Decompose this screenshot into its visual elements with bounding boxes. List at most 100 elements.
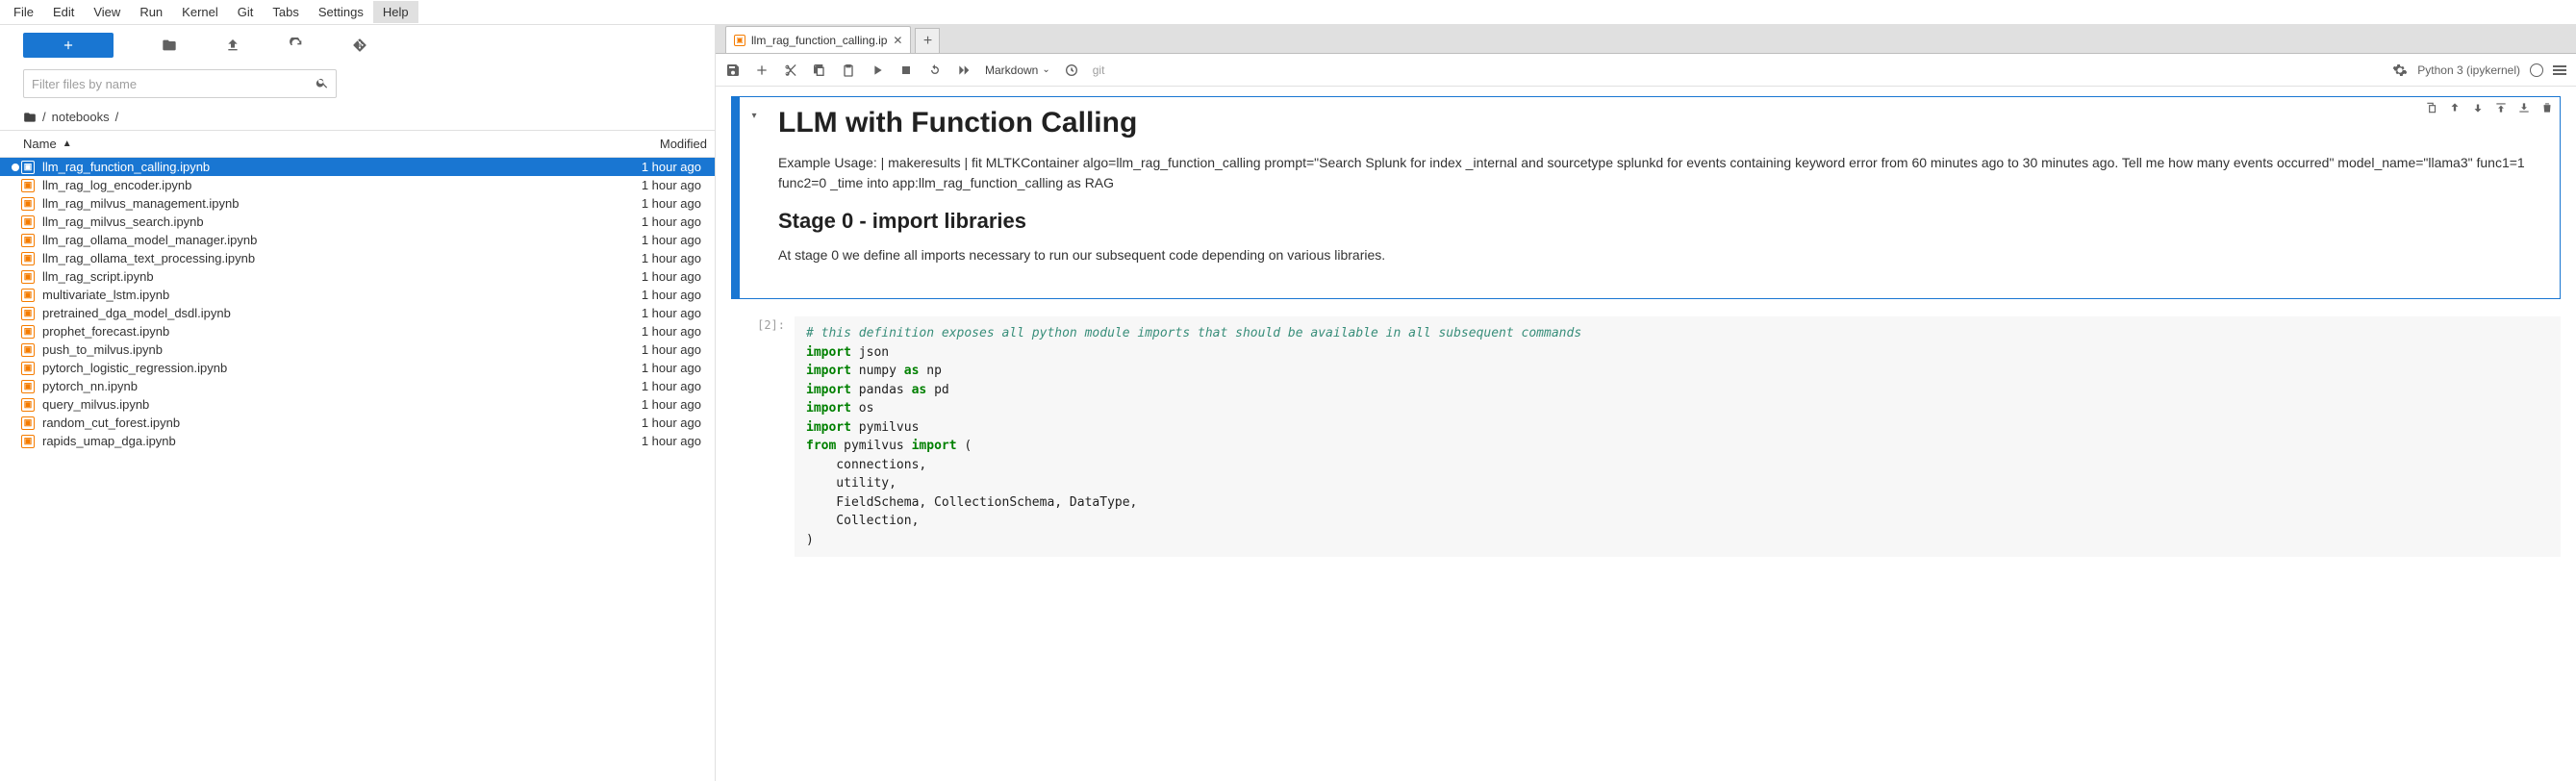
- file-row[interactable]: ▣push_to_milvus.ipynb1 hour ago: [0, 340, 715, 359]
- notebook-area[interactable]: ▾ LLM with Function Calling Example Usag…: [716, 87, 2576, 781]
- header-name-col[interactable]: Name ▲: [0, 131, 599, 157]
- file-row[interactable]: ▣llm_rag_function_calling.ipynb1 hour ag…: [0, 158, 715, 176]
- menu-git[interactable]: Git: [228, 1, 264, 23]
- notebook-icon: ▣: [21, 234, 35, 247]
- file-name: llm_rag_ollama_model_manager.ipynb: [42, 233, 593, 247]
- upload-icon[interactable]: [225, 38, 240, 53]
- header-modified-col[interactable]: Modified: [599, 131, 715, 157]
- menu-settings[interactable]: Settings: [309, 1, 373, 23]
- code-cell[interactable]: [2]: # this definition exposes all pytho…: [731, 316, 2561, 557]
- file-row[interactable]: ▣pytorch_logistic_regression.ipynb1 hour…: [0, 359, 715, 377]
- running-dot-icon: [12, 438, 19, 445]
- markdown-cell[interactable]: ▾ LLM with Function Calling Example Usag…: [731, 96, 2561, 299]
- menu-tabs[interactable]: Tabs: [263, 1, 308, 23]
- sidebar-toolbar: [0, 25, 715, 65]
- running-dot-icon: [12, 328, 19, 336]
- notebook-icon: ▣: [21, 325, 35, 339]
- git-icon[interactable]: [352, 38, 367, 53]
- tab-notebook[interactable]: ▣ llm_rag_function_calling.ip ✕: [725, 26, 911, 53]
- file-row[interactable]: ▣llm_rag_script.ipynb1 hour ago: [0, 267, 715, 286]
- cut-icon[interactable]: [783, 63, 798, 78]
- file-modified: 1 hour ago: [593, 196, 709, 211]
- breadcrumb-root[interactable]: /: [42, 110, 46, 124]
- notebook-icon: ▣: [21, 398, 35, 412]
- git-label: git: [1093, 63, 1105, 77]
- file-name: pytorch_logistic_regression.ipynb: [42, 361, 593, 375]
- tab-bar: ▣ llm_rag_function_calling.ip ✕ +: [716, 25, 2576, 54]
- file-modified: 1 hour ago: [593, 397, 709, 412]
- breadcrumb-sep: /: [115, 110, 119, 124]
- save-icon[interactable]: [725, 63, 741, 78]
- move-down-icon[interactable]: [2471, 101, 2485, 114]
- add-tab-button[interactable]: +: [915, 28, 940, 53]
- notebook-panel: ▣ llm_rag_function_calling.ip ✕ + Markdo…: [716, 25, 2576, 781]
- menu-kernel[interactable]: Kernel: [172, 1, 228, 23]
- file-row[interactable]: ▣llm_rag_log_encoder.ipynb1 hour ago: [0, 176, 715, 194]
- notebook-toolbar: Markdown ⌄ git Python 3 (ipykernel): [716, 54, 2576, 87]
- file-modified: 1 hour ago: [593, 160, 709, 174]
- kernel-name[interactable]: Python 3 (ipykernel): [2417, 63, 2520, 77]
- cell-collapser-icon[interactable]: ▾: [740, 97, 769, 298]
- insert-below-icon[interactable]: [2517, 101, 2531, 114]
- stop-icon[interactable]: [898, 63, 914, 78]
- running-dot-icon: [12, 401, 19, 409]
- code-body[interactable]: # this definition exposes all python mod…: [795, 316, 2561, 557]
- file-modified: 1 hour ago: [593, 379, 709, 393]
- file-name: llm_rag_ollama_text_processing.ipynb: [42, 251, 593, 265]
- notebook-icon: ▣: [21, 416, 35, 430]
- insert-cell-icon[interactable]: [754, 63, 770, 78]
- insert-above-icon[interactable]: [2494, 101, 2508, 114]
- file-row[interactable]: ▣llm_rag_milvus_management.ipynb1 hour a…: [0, 194, 715, 213]
- search-icon: [316, 76, 329, 89]
- refresh-icon[interactable]: [289, 38, 304, 53]
- run-all-icon[interactable]: [956, 63, 972, 78]
- notebook-icon: ▣: [734, 35, 745, 46]
- running-dot-icon: [12, 419, 19, 427]
- tab-label: llm_rag_function_calling.ip: [751, 34, 887, 47]
- running-dot-icon: [12, 164, 19, 171]
- new-folder-icon[interactable]: [162, 38, 177, 53]
- file-row[interactable]: ▣rapids_umap_dga.ipynb1 hour ago: [0, 432, 715, 450]
- toc-icon[interactable]: [2553, 65, 2566, 75]
- file-row[interactable]: ▣ llm_rag_ollama_model_manager.ipynb1 hou…: [0, 231, 715, 249]
- filter-files-input[interactable]: [23, 69, 337, 98]
- notebook-icon: ▣: [21, 197, 35, 211]
- delete-icon[interactable]: [2540, 101, 2554, 114]
- restart-icon[interactable]: [927, 63, 943, 78]
- file-row[interactable]: ▣llm_rag_ollama_text_processing.ipynb1 h…: [0, 249, 715, 267]
- cell-toolbar: [2425, 101, 2554, 114]
- menu-run[interactable]: Run: [130, 1, 172, 23]
- new-launcher-button[interactable]: [23, 33, 114, 58]
- menu-edit[interactable]: Edit: [43, 1, 84, 23]
- breadcrumb[interactable]: / notebooks /: [0, 106, 715, 130]
- file-modified: 1 hour ago: [593, 233, 709, 247]
- run-icon[interactable]: [870, 63, 885, 78]
- cell-type-select[interactable]: Markdown ⌄: [985, 63, 1050, 77]
- breadcrumb-folder[interactable]: notebooks: [52, 110, 110, 124]
- notebook-icon: ▣: [21, 435, 35, 448]
- move-up-icon[interactable]: [2448, 101, 2462, 114]
- running-dot-icon: [12, 310, 19, 317]
- file-row[interactable]: ▣multivariate_lstm.ipynb1 hour ago: [0, 286, 715, 304]
- file-row[interactable]: ▣prophet_forecast.ipynb1 hour ago: [0, 322, 715, 340]
- chevron-down-icon: ⌄: [1042, 64, 1049, 75]
- menu-file[interactable]: File: [4, 1, 43, 23]
- duplicate-icon[interactable]: [2425, 101, 2438, 114]
- menu-view[interactable]: View: [84, 1, 130, 23]
- paste-icon[interactable]: [841, 63, 856, 78]
- file-name: llm_rag_script.ipynb: [42, 269, 593, 284]
- running-dot-icon: [12, 182, 19, 189]
- file-name: llm_rag_milvus_search.ipynb: [42, 214, 593, 229]
- file-row[interactable]: ▣llm_rag_milvus_search.ipynb1 hour ago: [0, 213, 715, 231]
- file-row[interactable]: ▣pretrained_dga_model_dsdl.ipynb1 hour a…: [0, 304, 715, 322]
- file-modified: 1 hour ago: [593, 214, 709, 229]
- file-row[interactable]: ▣random_cut_forest.ipynb1 hour ago: [0, 414, 715, 432]
- menu-help[interactable]: Help: [373, 1, 418, 23]
- file-row[interactable]: ▣pytorch_nn.ipynb1 hour ago: [0, 377, 715, 395]
- close-icon[interactable]: ✕: [893, 34, 902, 47]
- kernel-settings-icon[interactable]: [2392, 63, 2408, 78]
- file-row[interactable]: ▣query_milvus.ipynb1 hour ago: [0, 395, 715, 414]
- copy-icon[interactable]: [812, 63, 827, 78]
- clock-icon[interactable]: [1064, 63, 1079, 78]
- file-modified: 1 hour ago: [593, 288, 709, 302]
